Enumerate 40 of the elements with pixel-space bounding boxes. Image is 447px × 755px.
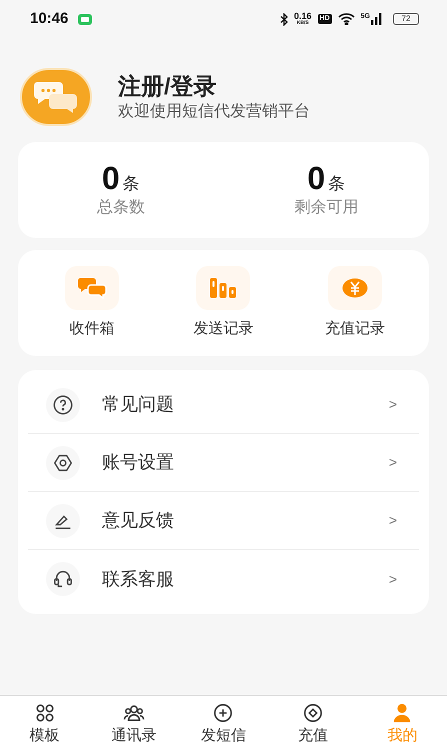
chat-bubbles-icon bbox=[33, 80, 79, 114]
shortcut-button[interactable]: 充值记录 bbox=[289, 266, 421, 340]
battery: 72 bbox=[393, 13, 419, 25]
tab[interactable]: 发短信 bbox=[178, 696, 268, 755]
tab[interactable]: 通讯录 bbox=[89, 696, 179, 755]
shortcut-button[interactable]: 收件箱 bbox=[26, 266, 158, 340]
chevron: > bbox=[388, 395, 397, 414]
chevron: > bbox=[388, 453, 397, 472]
menu-item[interactable]: 常见问题 > bbox=[28, 376, 419, 434]
chat-bubbles-icon bbox=[76, 276, 107, 299]
tab[interactable]: 充值 bbox=[268, 696, 358, 755]
shortcut-button[interactable]: 发送记录 bbox=[158, 266, 290, 340]
grid-icon bbox=[34, 703, 56, 724]
yuan-coin-icon bbox=[342, 278, 368, 298]
wifi-icon bbox=[338, 13, 355, 25]
menu-item[interactable]: 意见反馈 > bbox=[28, 492, 419, 550]
menu-item[interactable]: 联系客服 > bbox=[28, 550, 419, 608]
status-time: 10:46 bbox=[30, 8, 68, 29]
menu-item[interactable]: 账号设置 > bbox=[28, 434, 419, 492]
welcome-subtitle: 欢迎使用短信代发营销平台 bbox=[118, 102, 310, 122]
stat-value: 0 bbox=[307, 160, 326, 196]
diamond-circle-icon bbox=[302, 703, 324, 724]
network-speed: 0.16 bbox=[294, 12, 312, 21]
stat-unit: 条 bbox=[122, 172, 140, 195]
signal-icon bbox=[371, 13, 383, 25]
stat-label: 总条数 bbox=[96, 198, 145, 218]
tab[interactable]: 模板 bbox=[0, 696, 90, 755]
chevron: > bbox=[388, 511, 397, 530]
headset-icon bbox=[52, 568, 74, 590]
bluetooth-icon bbox=[280, 12, 288, 26]
message-app-icon bbox=[78, 14, 92, 24]
stat-value: 0 bbox=[102, 160, 120, 196]
login-title[interactable]: 注册/登录 bbox=[118, 71, 310, 101]
stat-unit: 条 bbox=[328, 172, 346, 195]
help-icon bbox=[52, 394, 74, 416]
contacts-icon bbox=[123, 703, 146, 724]
stat-label: 剩余可用 bbox=[294, 198, 358, 218]
bar-chart-icon bbox=[209, 276, 238, 299]
plus-circle-icon bbox=[212, 703, 234, 724]
chevron: > bbox=[388, 570, 397, 588]
